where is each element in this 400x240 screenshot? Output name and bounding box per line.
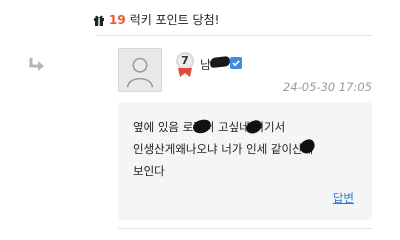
- lucky-point-count: 19: [109, 12, 126, 27]
- comment-timestamp: 24-05-30 17:05: [283, 80, 372, 94]
- default-avatar-icon: [126, 57, 154, 88]
- divider: [118, 228, 372, 229]
- reply-button[interactable]: 답변: [333, 190, 354, 206]
- redaction-mark: [209, 55, 231, 69]
- level-number: 7: [181, 54, 189, 67]
- divider: [96, 35, 372, 36]
- comment-body-box: 옆에 있음 로찔러 고싶네 여기서 인생산게왜나오냐 너가 인세 같이산게 보인…: [118, 102, 372, 220]
- level-badge: 7: [174, 52, 196, 78]
- avatar[interactable]: [118, 48, 162, 92]
- gift-icon: [94, 15, 104, 26]
- reply-arrow-icon: [29, 58, 44, 71]
- lucky-point-label: 럭키 포인트 당첨!: [129, 13, 220, 27]
- lucky-point-notice: 19 럭키 포인트 당첨!: [93, 11, 219, 28]
- verified-icon: [230, 57, 242, 69]
